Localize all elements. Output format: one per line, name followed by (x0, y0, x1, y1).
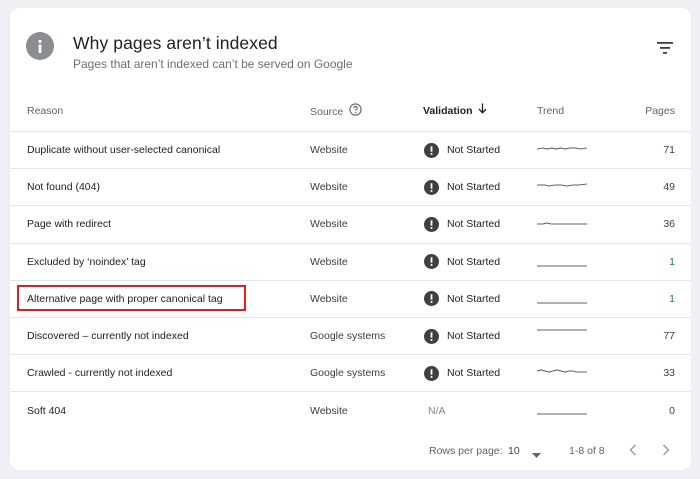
info-icon (26, 32, 54, 60)
row-source: Website (310, 404, 348, 417)
table-row[interactable]: Alternative page with proper canonical t… (10, 281, 691, 318)
alert-icon (424, 291, 439, 307)
row-reason: Duplicate without user-selected canonica… (27, 144, 221, 157)
table-row[interactable]: Duplicate without user-selected canonica… (10, 132, 691, 170)
row-pages: 1 (669, 255, 675, 268)
filter-icon[interactable] (654, 38, 676, 58)
trend-sparkline (537, 281, 587, 317)
column-pages[interactable]: Pages (645, 105, 675, 117)
trend-sparkline (537, 169, 587, 205)
row-pages: 1 (669, 292, 675, 305)
table-body: Duplicate without user-selected canonica… (10, 132, 691, 430)
row-source: Website (310, 181, 348, 194)
table-row[interactable]: Not found (404) Website Not Started 49 (10, 169, 691, 207)
column-reason[interactable]: Reason (27, 105, 63, 117)
card-title: Why pages aren’t indexed (73, 33, 278, 53)
validation-status: Not Started (447, 330, 501, 343)
dropdown-caret-icon[interactable] (532, 449, 541, 461)
row-pages: 36 (663, 218, 675, 231)
row-reason: Discovered – currently not indexed (27, 330, 189, 343)
row-pages: 71 (663, 144, 675, 157)
row-pages: 77 (663, 330, 675, 343)
row-source: Website (310, 292, 348, 305)
row-reason: Alternative page with proper canonical t… (27, 292, 223, 305)
column-source[interactable]: Source (310, 103, 362, 119)
row-validation: Not Started (424, 281, 500, 317)
table-row[interactable]: Crawled - currently not indexed Google s… (10, 355, 691, 393)
table-row[interactable]: Page with redirect Website Not Started 3… (10, 206, 691, 244)
row-pages: 33 (663, 367, 675, 380)
card-header: Why pages aren’t indexed Pages that aren… (10, 8, 691, 96)
help-icon[interactable] (349, 103, 362, 119)
trend-sparkline (537, 206, 587, 242)
row-validation: Not Started (424, 132, 500, 168)
rows-per-page-select[interactable]: 10 (508, 445, 520, 457)
row-reason: Excluded by ‘noindex’ tag (27, 255, 146, 268)
validation-status: Not Started (447, 144, 501, 157)
column-source-label: Source (310, 105, 344, 118)
row-reason: Soft 404 (27, 404, 67, 417)
row-source: Website (310, 144, 348, 157)
validation-status: Not Started (447, 218, 501, 231)
sort-down-arrow-icon[interactable] (478, 103, 487, 117)
row-pages: 49 (663, 181, 675, 194)
row-reason: Crawled - currently not indexed (27, 367, 173, 380)
row-validation: Not Started (424, 355, 500, 391)
trend-sparkline (537, 355, 587, 391)
pagination-range: 1-8 of 8 (569, 445, 605, 457)
alert-icon (424, 216, 439, 232)
column-validation-label: Validation (423, 105, 473, 117)
trend-sparkline (537, 318, 587, 354)
row-reason: Not found (404) (27, 181, 100, 194)
alert-icon (424, 254, 439, 270)
alert-icon (424, 142, 439, 158)
validation-status: Not Started (447, 181, 501, 194)
previous-page-button[interactable] (628, 443, 638, 460)
row-source: Google systems (310, 367, 386, 380)
trend-sparkline (537, 392, 587, 429)
row-validation: Not Started (424, 169, 500, 205)
column-validation[interactable]: Validation (423, 103, 487, 117)
next-page-button[interactable] (661, 443, 671, 460)
validation-status: Not Started (447, 255, 501, 268)
pagination-footer: Rows per page: 10 1-8 of 8 (10, 432, 691, 470)
row-validation: Not Started (424, 318, 500, 354)
trend-sparkline (537, 132, 587, 168)
row-source: Website (310, 255, 348, 268)
table-row[interactable]: Soft 404 Website N/A 0 (10, 392, 691, 429)
alert-icon (424, 179, 439, 195)
column-trend[interactable]: Trend (537, 105, 564, 117)
rows-per-page-label: Rows per page: (429, 445, 503, 457)
row-source: Website (310, 218, 348, 231)
validation-status: Not Started (447, 367, 501, 380)
card-subtitle: Pages that aren’t indexed can’t be serve… (73, 57, 353, 71)
indexing-report-card: Why pages aren’t indexed Pages that aren… (10, 8, 691, 470)
row-validation: Not Started (424, 206, 500, 242)
table-header: Reason Source Validation Trend Pages (10, 96, 691, 132)
table-row[interactable]: Excluded by ‘noindex’ tag Website Not St… (10, 244, 691, 281)
row-source: Google systems (310, 330, 386, 343)
row-pages: 0 (669, 404, 675, 417)
alert-icon (424, 328, 439, 344)
table-row[interactable]: Discovered – currently not indexed Googl… (10, 318, 691, 356)
validation-status: Not Started (447, 292, 501, 305)
trend-sparkline (537, 244, 587, 280)
row-validation: N/A (428, 404, 446, 417)
row-reason: Page with redirect (27, 218, 112, 231)
alert-icon (424, 365, 439, 381)
row-validation: Not Started (424, 244, 500, 280)
